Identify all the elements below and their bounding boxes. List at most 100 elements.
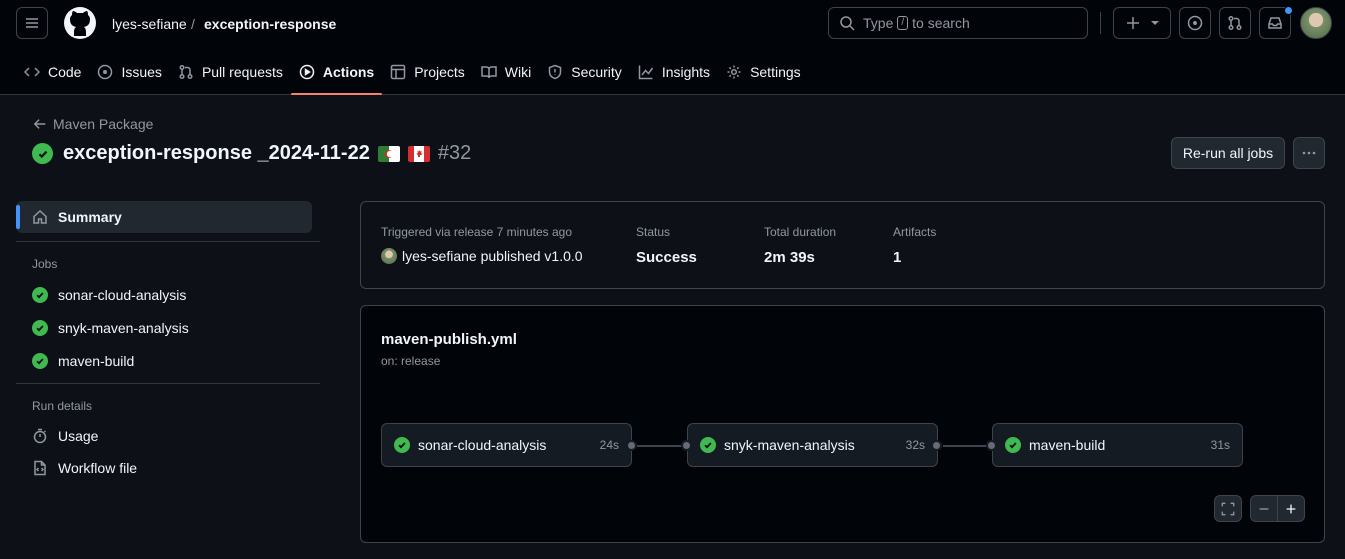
back-to-workflow-link[interactable]: Maven Package xyxy=(33,116,153,132)
graph-job-sonar-cloud-analysis[interactable]: sonar-cloud-analysis 24s xyxy=(381,423,632,467)
run-sidebar: Summary Jobs sonar-cloud-analysis snyk-m… xyxy=(16,201,320,484)
status-value: Success xyxy=(636,249,697,266)
graph-icon xyxy=(638,65,653,80)
tab-pull-requests[interactable]: Pull requests xyxy=(170,50,291,94)
jobs-heading: Jobs xyxy=(32,257,58,271)
usage-label: Usage xyxy=(58,428,99,444)
page-title: exception-response _2024-11-22 #32 xyxy=(32,142,471,165)
sidebar-job-maven-build[interactable]: maven-build xyxy=(16,344,320,377)
play-icon xyxy=(299,64,315,80)
sidebar-job-snyk-maven-analysis[interactable]: snyk-maven-analysis xyxy=(16,311,320,344)
sidebar-job-sonar-cloud-analysis[interactable]: sonar-cloud-analysis xyxy=(16,278,320,311)
sidebar-item-summary[interactable]: Summary xyxy=(16,201,312,233)
success-check-icon xyxy=(32,143,53,164)
tab-settings[interactable]: Settings xyxy=(718,50,809,94)
search-input[interactable]: Type / to search xyxy=(828,7,1088,39)
arrow-left-icon xyxy=(33,119,46,129)
tab-insights-label: Insights xyxy=(661,64,711,80)
success-check-icon xyxy=(700,437,716,453)
rerun-all-jobs-button[interactable]: Re-run all jobs xyxy=(1171,137,1285,169)
graph-job-name: snyk-maven-analysis xyxy=(724,437,855,453)
search-suffix: to search xyxy=(912,15,970,31)
tab-insights[interactable]: Insights xyxy=(630,50,718,94)
tab-pull-requests-label: Pull requests xyxy=(201,64,283,80)
github-logo-icon[interactable] xyxy=(64,7,96,39)
sidebar-item-usage[interactable]: Usage xyxy=(16,420,320,452)
issue-icon xyxy=(1187,15,1203,31)
tab-projects-label: Projects xyxy=(414,64,465,80)
pull-requests-shortcut-button[interactable] xyxy=(1219,7,1251,39)
gear-icon xyxy=(727,65,741,79)
file-code-icon xyxy=(34,460,46,476)
algeria-flag-icon xyxy=(377,145,400,162)
search-prefix: Type xyxy=(863,15,894,31)
actor-avatar[interactable] xyxy=(381,248,397,264)
tab-actions-label: Actions xyxy=(322,64,375,80)
zoom-out-button[interactable] xyxy=(1250,495,1278,522)
fullscreen-button[interactable] xyxy=(1214,495,1242,522)
more-options-button[interactable] xyxy=(1293,137,1325,169)
tab-actions[interactable]: Actions xyxy=(290,50,383,95)
graph-job-snyk-maven-analysis[interactable]: snyk-maven-analysis 32s xyxy=(687,423,938,467)
tab-issues[interactable]: Issues xyxy=(89,50,169,94)
screen-full-icon xyxy=(1221,502,1235,515)
back-link-label: Maven Package xyxy=(53,116,154,132)
workflow-graph-card: maven-publish.yml on: release sonar-clou… xyxy=(360,305,1325,543)
triangle-down-icon xyxy=(1151,21,1159,25)
sidebar-job-label: maven-build xyxy=(58,352,135,369)
workflow-file-name[interactable]: maven-publish.yml xyxy=(381,331,517,348)
graph-edge xyxy=(637,445,683,447)
breadcrumb-separator: / xyxy=(191,16,195,32)
issue-icon xyxy=(98,64,113,80)
tab-code[interactable]: Code xyxy=(16,50,89,94)
trigger-label: Triggered via release 7 minutes ago xyxy=(381,225,572,239)
kebab-horizontal-icon xyxy=(1302,151,1316,155)
owner-link[interactable]: lyes-sefiane xyxy=(112,16,187,32)
graph-node-port xyxy=(626,440,637,451)
avatar[interactable] xyxy=(1300,7,1332,39)
sidebar-divider xyxy=(16,383,320,384)
issues-shortcut-button[interactable] xyxy=(1179,7,1211,39)
success-check-icon xyxy=(1005,437,1021,453)
hamburger-icon xyxy=(26,18,38,28)
inbox-icon xyxy=(1268,17,1282,29)
graph-node-port xyxy=(931,440,942,451)
status-label: Status xyxy=(636,225,671,239)
repo-nav-tabs: Code Issues Pull requests Actions Projec… xyxy=(0,50,809,95)
tab-security-label: Security xyxy=(571,64,622,80)
tab-security[interactable]: Security xyxy=(539,50,630,94)
plus-icon xyxy=(1127,17,1139,29)
run-title: exception-response _2024-11-22 xyxy=(63,142,370,164)
pull-request-icon xyxy=(179,64,193,80)
dash-icon xyxy=(1259,507,1269,510)
create-new-button[interactable] xyxy=(1113,7,1171,39)
plus-icon xyxy=(1286,504,1296,513)
pull-request-icon xyxy=(1228,15,1242,31)
trigger-value-text: lyes-sefiane published v1.0.0 xyxy=(402,248,583,264)
graph-job-maven-build[interactable]: maven-build 31s xyxy=(992,423,1243,467)
menu-button[interactable] xyxy=(16,7,48,39)
workflow-event: on: release xyxy=(381,354,441,368)
sidebar-divider xyxy=(16,241,320,242)
artifacts-value[interactable]: 1 xyxy=(893,249,901,266)
run-number: #32 xyxy=(437,142,472,164)
header-divider xyxy=(1100,12,1101,34)
sidebar-item-workflow-file[interactable]: Workflow file xyxy=(16,452,320,484)
success-check-icon xyxy=(394,437,410,453)
zoom-in-button[interactable] xyxy=(1277,495,1305,522)
success-check-icon xyxy=(32,286,48,303)
tab-code-label: Code xyxy=(48,64,82,80)
run-details-heading: Run details xyxy=(32,399,93,413)
workflow-file-label: Workflow file xyxy=(58,460,138,476)
tab-issues-label: Issues xyxy=(121,64,162,80)
graph-node-port xyxy=(681,440,692,451)
sidebar-job-label: snyk-maven-analysis xyxy=(58,319,189,336)
canada-flag-icon xyxy=(407,145,430,162)
trigger-value: lyes-sefiane published v1.0.0 xyxy=(381,248,583,264)
tab-wiki[interactable]: Wiki xyxy=(473,50,539,94)
tab-wiki-label: Wiki xyxy=(504,64,532,80)
table-icon xyxy=(390,64,406,80)
tab-projects[interactable]: Projects xyxy=(382,50,473,94)
graph-job-name: sonar-cloud-analysis xyxy=(418,437,547,453)
repo-link[interactable]: exception-response xyxy=(204,16,336,32)
